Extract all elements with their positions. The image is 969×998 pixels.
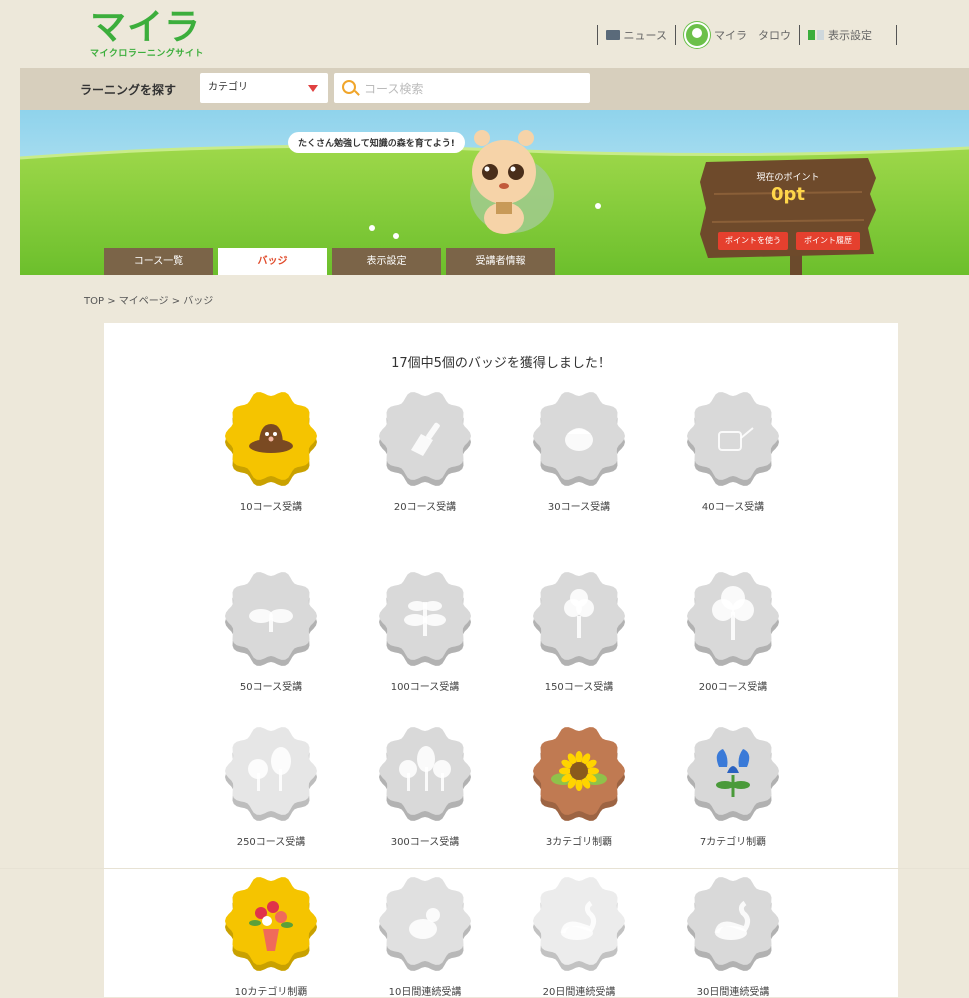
category-select-value: カテゴリ [208,82,248,93]
book-icon [605,30,620,40]
nav-user-link[interactable]: マイラ タロウ [684,22,791,48]
badge-item[interactable]: 10日間連続受講 [365,873,485,998]
nav-user-label: マイラ タロウ [714,29,791,42]
badge-item[interactable]: 30コース受講 [519,388,639,513]
swan-icon [533,877,625,971]
points-history-button[interactable]: ポイント履歴 [796,232,860,250]
badge-summary: 17個中5個のバッジを獲得しました！ [391,356,611,371]
watering-can-icon [687,392,779,486]
nav-divider [596,25,598,45]
nav-news-link[interactable]: ニュース [605,27,667,43]
nav-display-settings-label: 表示設定 [828,29,872,42]
points-label: 現在のポイント [756,173,820,183]
badge-label: 50コース受講 [239,682,303,693]
badge-label: 10日間連続受講 [388,987,462,998]
badge-item[interactable]: 30日間連続受講 [673,873,793,998]
mole-icon [225,392,317,486]
nav-divider [799,25,800,45]
trees-icon [225,727,317,821]
badge-item[interactable]: 50コース受講 [211,568,331,693]
nav-display-settings-link[interactable]: 表示設定 [808,27,872,43]
badge-item[interactable]: 300コース受講 [365,723,485,848]
badge-item[interactable]: 100コース受講 [365,568,485,693]
badge-item[interactable]: 20コース受講 [365,388,485,513]
points-value: 0pt [770,184,805,205]
duckling-icon [379,877,471,971]
sapling-icon [533,572,625,666]
divider [0,868,969,869]
badge-panel: 17個中5個のバッジを獲得しました！ 10コース受講 20コース受講 30コース受講… [0,323,969,998]
nav-news-label: ニュース [623,29,667,42]
badge-label: 150コース受講 [544,682,614,693]
mascot-speech-bubble: たくさん勉強して知識の森を育てよう! [288,132,465,153]
badge-item[interactable]: 10カテゴリ制覇 [211,873,331,998]
category-select[interactable]: カテゴリ [200,73,328,103]
logo-mark: マイラ [90,8,230,48]
seedling-icon [379,572,471,666]
badge-label: 20コース受講 [393,502,457,513]
search-bar: ラーニングを探す カテゴリ [20,68,969,110]
avatar-icon [684,22,710,48]
breadcrumb[interactable]: TOP > マイページ > バッジ [84,292,213,307]
badge-item[interactable]: 250コース受講 [211,723,331,848]
search-icon [342,80,356,94]
badge-label: 100コース受講 [390,682,460,693]
badge-label: 200コース受講 [698,682,768,693]
use-points-button[interactable]: ポイントを使う [718,232,788,250]
sunflower-icon [533,727,625,821]
search-input[interactable] [362,73,586,105]
swan-icon [687,877,779,971]
badge-item[interactable]: 10コース受講 [211,388,331,513]
badge-label: 40コース受講 [701,502,765,513]
nav-divider [896,25,897,45]
site-logo[interactable]: マイラ マイクロラーニングサイト [90,8,230,62]
search-box[interactable] [334,73,590,105]
badge-item[interactable]: 150コース受講 [519,568,639,693]
logo-subtitle: マイクロラーニングサイト [90,49,204,59]
sprout-icon [225,572,317,666]
tree-icon [687,572,779,666]
chevron-down-icon [308,85,318,92]
forest-icon [379,727,471,821]
badge-label: 250コース受講 [236,837,306,848]
tab-display-settings[interactable]: 表示設定 [332,248,441,275]
hero-banner: たくさん勉強して知識の森を育てよう! 現在のポイント 0pt ポイントを使う ポ… [20,110,969,275]
seed-icon [533,392,625,486]
mypage-tabs: コース一覧 バッジ 表示設定 受講者情報 [104,248,555,275]
badge-label: 10カテゴリ制覇 [234,987,308,998]
nav-divider [675,25,676,45]
badge-label: 7カテゴリ制覇 [699,837,767,848]
top-nav: ニュース マイラ タロウ 表示設定 [589,22,905,48]
logo-mark-text: マイラ [90,7,202,48]
badge-label: 300コース受講 [390,837,460,848]
badge-item[interactable]: 7カテゴリ制覇 [673,723,793,848]
tab-badges[interactable]: バッジ [218,248,327,275]
blue-flower-icon [687,727,779,821]
display-settings-icon [808,30,824,40]
trowel-icon [379,392,471,486]
points-signboard: 現在のポイント 0pt ポイントを使う ポイント履歴 [700,158,876,268]
badge-item[interactable]: 3カテゴリ制覇 [519,723,639,848]
badge-label: 30コース受講 [547,502,611,513]
tab-course-list[interactable]: コース一覧 [104,248,213,275]
search-label: ラーニングを探す [80,83,177,97]
site-header: マイラ マイクロラーニングサイト ニュース マイラ タロウ 表示設定 [20,0,969,68]
badge-item[interactable]: 40コース受講 [673,388,793,513]
bouquet-icon [225,877,317,971]
badge-item[interactable]: 20日間連続受講 [519,873,639,998]
tab-learner-info[interactable]: 受講者情報 [446,248,555,275]
badge-item[interactable]: 200コース受講 [673,568,793,693]
badge-label: 20日間連続受講 [542,987,616,998]
badge-label: 3カテゴリ制覇 [545,837,613,848]
badge-label: 30日間連続受講 [696,987,770,998]
badge-label: 10コース受講 [239,502,303,513]
